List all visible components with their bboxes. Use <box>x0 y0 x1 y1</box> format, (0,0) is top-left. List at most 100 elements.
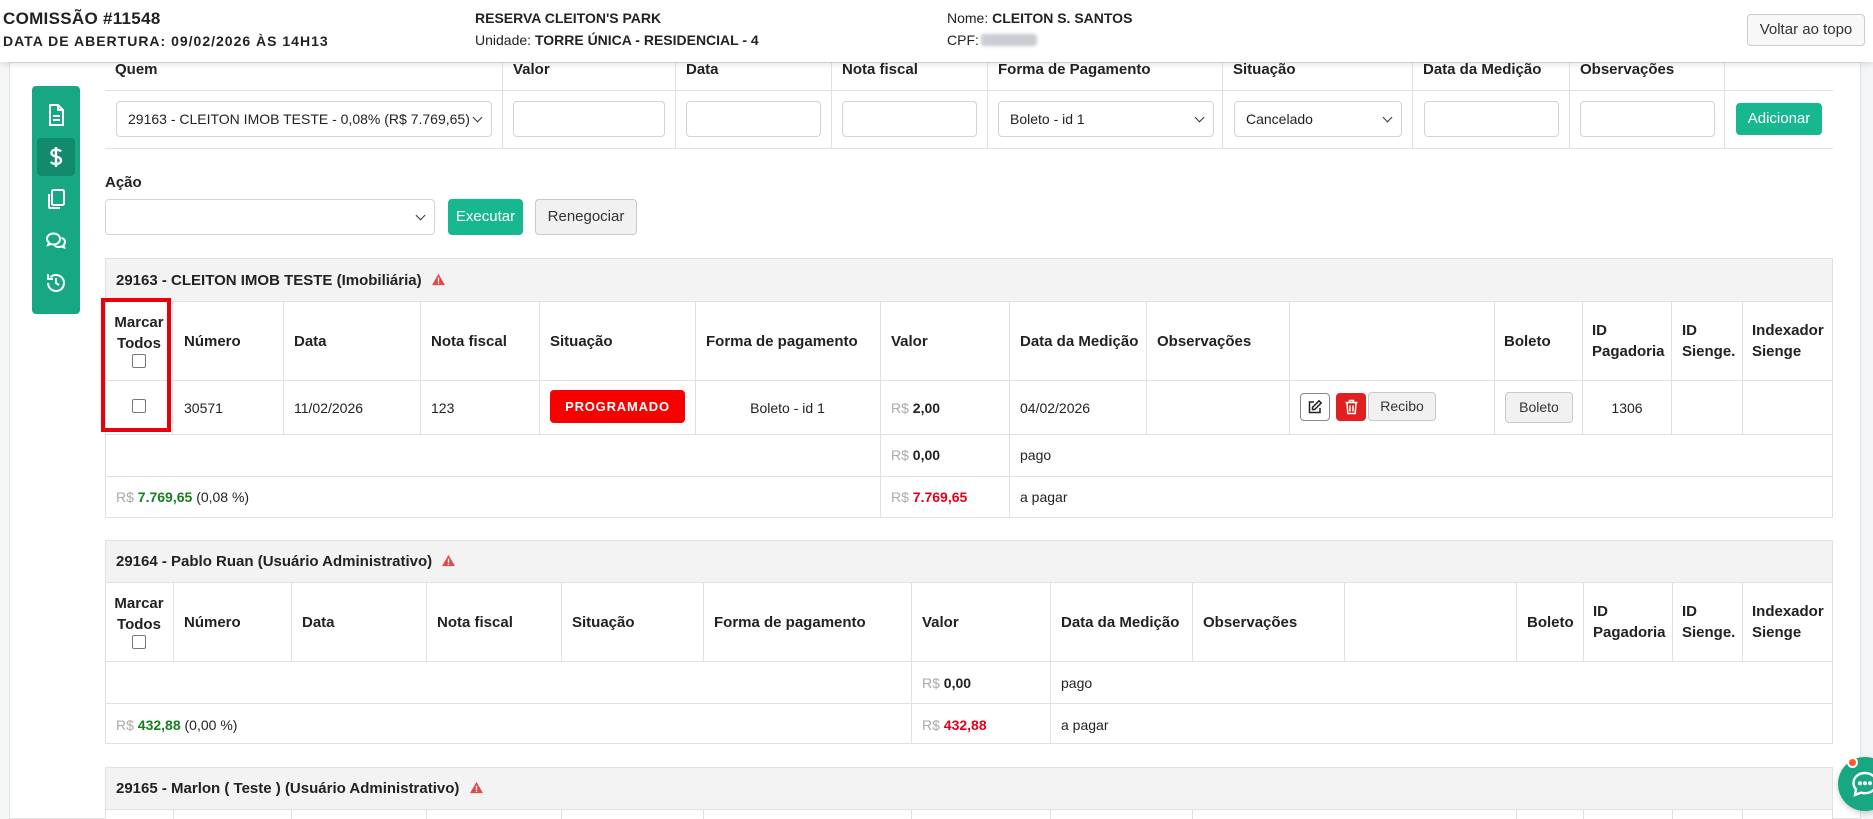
notification-dot <box>1847 757 1858 768</box>
pago-value: R$ 0,00 <box>891 447 940 463</box>
col-sep <box>172 301 173 434</box>
total-percentage: (0,08 %) <box>196 489 250 505</box>
col-sep <box>695 301 696 434</box>
form-header-valor: Valor <box>513 61 550 78</box>
header-data-medicao: Data da Medição <box>1020 333 1139 350</box>
section-pablo-ruan: 29164 - Pablo Ruan (Usuário Administrati… <box>105 540 1833 744</box>
edit-icon <box>1308 399 1323 414</box>
section-title-text: 29164 - Pablo Ruan (Usuário Administrati… <box>116 553 433 570</box>
reserva-name: RESERVA CLEITON'S PARK <box>475 10 662 26</box>
cell-nota-fiscal: 123 <box>431 400 455 416</box>
row-divider <box>105 380 1833 381</box>
client-name: Nome: CLEITON S. SANTOS <box>947 10 1132 26</box>
col-sep <box>1146 301 1147 434</box>
cell-numero: 30571 <box>184 400 223 416</box>
a-pagar-amount: 7.769,65 <box>912 489 968 505</box>
sidebar-item-document[interactable] <box>37 96 75 134</box>
sidebar-item-messages[interactable] <box>37 222 75 260</box>
header-data-medicao: Data da Medição <box>1061 614 1180 631</box>
data-input[interactable] <box>686 101 821 137</box>
col-sep <box>561 809 562 819</box>
sidebar <box>32 86 80 314</box>
col-sep <box>1050 809 1051 819</box>
row-divider <box>105 434 1833 435</box>
row-divider <box>105 661 1833 662</box>
warning-icon <box>442 554 456 567</box>
section-title-text: 29165 - Marlon ( Teste ) (Usuário Admini… <box>116 780 460 797</box>
acao-select[interactable] <box>105 199 435 235</box>
back-to-top-button[interactable]: Voltar ao topo <box>1747 14 1865 46</box>
col-sep <box>173 809 174 819</box>
form-header-obs: Observações <box>1580 61 1675 78</box>
total-value: R$ 432,88 (0,00 %) <box>116 717 237 733</box>
section-marlon: 29165 - Marlon ( Teste ) (Usuário Admini… <box>105 767 1833 819</box>
sidebar-item-history[interactable] <box>37 264 75 302</box>
sidebar-item-financial[interactable] <box>37 138 75 176</box>
currency-symbol: R$ <box>116 717 134 733</box>
a-pagar-value: R$ 7.769,65 <box>891 489 967 505</box>
edit-button[interactable] <box>1300 393 1330 421</box>
col-sep <box>426 809 427 819</box>
execute-button[interactable]: Executar <box>448 199 523 235</box>
col-sep <box>1742 301 1743 434</box>
delete-button[interactable] <box>1336 393 1366 421</box>
copy-icon <box>48 189 65 209</box>
status-badge: PROGRAMADO <box>550 390 685 423</box>
header-observacoes: Observações <box>1203 614 1298 631</box>
select-all-checkbox[interactable] <box>132 635 146 649</box>
form-header-data: Data <box>686 61 719 78</box>
col-sep <box>1344 582 1345 661</box>
col-sep <box>911 809 912 819</box>
cell-forma-pagamento: Boleto - id 1 <box>750 400 825 416</box>
top-bar: COMISSÃO #11548 DATA DE ABERTURA: 09/02/… <box>0 0 1873 62</box>
pago-amount: 0,00 <box>943 675 972 691</box>
header-indexador-sienge: Indexador Sienge <box>1752 322 1824 360</box>
col-sep <box>1583 582 1584 661</box>
header-observacoes: Observações <box>1157 333 1252 350</box>
sidebar-item-copies[interactable] <box>37 180 75 218</box>
forma-pagamento-select[interactable]: Boleto - id 1 <box>998 101 1214 137</box>
header-id-pagadoria: ID Pagadoria <box>1593 603 1666 641</box>
add-button[interactable]: Adicionar <box>1736 103 1822 135</box>
dollar-icon <box>49 147 63 167</box>
header-boleto: Boleto <box>1504 333 1551 350</box>
form-header-medicao: Data da Medição <box>1423 61 1542 78</box>
total-percentage: (0,00 %) <box>184 717 238 733</box>
form-divider-bottom <box>105 148 1833 149</box>
commission-title: COMISSÃO #11548 <box>3 9 161 28</box>
quem-select[interactable]: 29163 - CLEITON IMOB TESTE - 0,08% (R$ 7… <box>116 101 492 137</box>
nome-value: CLEITON S. SANTOS <box>992 10 1133 26</box>
header-indexador-sienge: Indexador Sienge <box>1752 603 1824 641</box>
col-sep <box>880 301 881 518</box>
boleto-button[interactable]: Boleto <box>1505 392 1573 423</box>
header-numero: Número <box>184 614 241 631</box>
header-id-sienge: ID Sienge. <box>1682 603 1736 641</box>
col-sep <box>426 582 427 661</box>
recibo-button[interactable]: Recibo <box>1368 392 1436 421</box>
observacoes-input[interactable] <box>1580 101 1715 137</box>
section-title-text: 29163 - CLEITON IMOB TESTE (Imobiliária) <box>116 272 422 289</box>
section-cleiton-imob: 29163 - CLEITON IMOB TESTE (Imobiliária) <box>105 258 1833 518</box>
situacao-select[interactable]: Cancelado <box>1234 101 1402 137</box>
data-medicao-input[interactable] <box>1424 101 1559 137</box>
valor-input[interactable] <box>513 101 665 137</box>
nota-fiscal-input[interactable] <box>842 101 977 137</box>
header-id-pagadoria: ID Pagadoria <box>1592 322 1665 360</box>
header-valor: Valor <box>922 614 959 631</box>
form-col-sep <box>1724 62 1725 148</box>
col-sep <box>1516 582 1517 661</box>
form-header-situacao: Situação <box>1233 61 1296 78</box>
col-sep <box>1583 809 1584 819</box>
section-title: 29164 - Pablo Ruan (Usuário Administrati… <box>106 541 1832 583</box>
cell-id-pagadoria: 1306 <box>1611 400 1643 416</box>
header-nota-fiscal: Nota fiscal <box>437 614 513 631</box>
col-sep <box>283 301 284 434</box>
trash-icon <box>1345 399 1357 415</box>
unidade-info: Unidade: TORRE ÚNICA - RESIDENCIAL - 4 <box>475 32 759 48</box>
renegotiate-button[interactable]: Renegociar <box>535 199 637 235</box>
total-value: R$ 7.769,65 (0,08 %) <box>116 489 249 505</box>
total-amount: 7.769,65 <box>137 489 193 505</box>
pago-value: R$ 0,00 <box>922 675 971 691</box>
chat-icon <box>1852 771 1873 797</box>
col-sep <box>291 809 292 819</box>
